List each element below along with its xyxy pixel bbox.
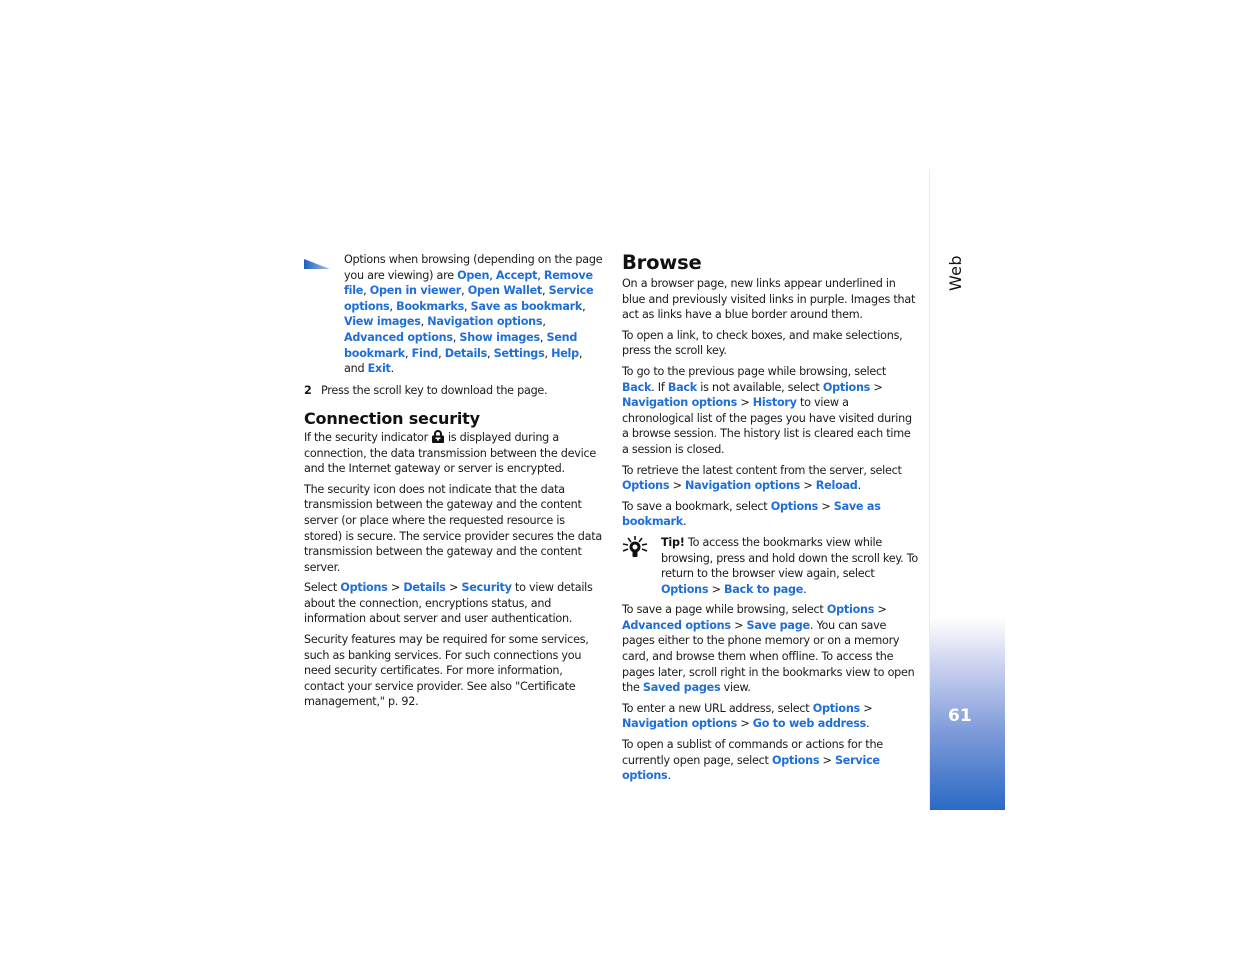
link-save-page[interactable]: Save page (747, 619, 811, 632)
link-back[interactable]: Back (622, 381, 651, 394)
link-view-images[interactable]: View images (344, 315, 421, 328)
link-find[interactable]: Find (412, 347, 439, 360)
link-exit[interactable]: Exit (368, 362, 391, 375)
lock-icon (431, 430, 444, 443)
link-security[interactable]: Security (461, 581, 511, 594)
link-go-to-web-address[interactable]: Go to web address (753, 717, 867, 730)
link-history[interactable]: History (753, 396, 797, 409)
link-options[interactable]: Options (772, 754, 820, 767)
link-navigation-options[interactable]: Navigation options (685, 479, 800, 492)
link-navigation-options[interactable]: Navigation options (622, 396, 737, 409)
link-options[interactable]: Options (823, 381, 871, 394)
right-column: Browse On a browser page, new links appe… (622, 252, 920, 789)
paragraph: To save a bookmark, select Options > Sav… (622, 499, 881, 529)
options-note: Options when browsing (depending on the … (304, 252, 604, 377)
note-arrow-icon (304, 259, 330, 269)
link-details[interactable]: Details (445, 347, 488, 360)
paragraph: To open a sublist of commands or actions… (622, 738, 883, 783)
paragraph: Security features may be required for so… (304, 633, 589, 709)
link-advanced-options[interactable]: Advanced options (344, 331, 453, 344)
link-bookmarks[interactable]: Bookmarks (396, 300, 464, 313)
section-heading-browse: Browse (622, 251, 702, 274)
paragraph: To enter a new URL address, select Optio… (622, 701, 873, 731)
lightbulb-icon (622, 535, 648, 557)
page-number: 61 (948, 706, 972, 726)
paragraph: If the security indicator is displayed du… (304, 430, 597, 476)
link-open[interactable]: Open (457, 269, 489, 282)
section-heading-connection-security: Connection security (304, 409, 480, 429)
link-settings[interactable]: Settings (494, 347, 545, 360)
link-navigation-options[interactable]: Navigation options (427, 315, 542, 328)
link-advanced-options[interactable]: Advanced options (622, 619, 731, 632)
paragraph: To save a page while browsing, select Op… (622, 603, 915, 695)
chapter-title: Web (946, 255, 965, 291)
paragraph: The security icon does not indicate that… (304, 482, 602, 574)
link-accept[interactable]: Accept (496, 269, 538, 282)
link-options[interactable]: Options (827, 603, 875, 616)
link-help[interactable]: Help (551, 347, 579, 360)
link-options[interactable]: Options (622, 479, 670, 492)
link-options[interactable]: Options (771, 500, 819, 513)
chapter-tab: Web 61 (929, 169, 1005, 810)
link-reload[interactable]: Reload (816, 479, 858, 492)
link-options[interactable]: Options (661, 583, 709, 596)
paragraph: To open a link, to check boxes, and make… (622, 328, 903, 358)
paragraph: On a browser page, new links appear unde… (622, 277, 916, 322)
link-save-as-bookmark[interactable]: Save as bookmark (471, 300, 583, 313)
paragraph: To retrieve the latest content from the … (622, 463, 902, 493)
tip-box: Tip! To access the bookmarks view while … (622, 535, 920, 597)
link-back[interactable]: Back (668, 381, 697, 394)
link-saved-pages[interactable]: Saved pages (643, 681, 721, 694)
left-column: Options when browsing (depending on the … (304, 252, 604, 715)
link-details[interactable]: Details (403, 581, 446, 594)
step-2: 2 Press the scroll key to download the pa… (304, 383, 548, 397)
link-options[interactable]: Options (813, 702, 861, 715)
link-show-images[interactable]: Show images (459, 331, 540, 344)
link-open-in-viewer[interactable]: Open in viewer (370, 284, 462, 297)
paragraph: To go to the previous page while browsin… (622, 364, 912, 456)
paragraph: Select Options > Details > Security to v… (304, 581, 593, 626)
link-back-to-page[interactable]: Back to page (724, 583, 803, 596)
link-options[interactable]: Options (340, 581, 388, 594)
link-open-wallet[interactable]: Open Wallet (468, 284, 543, 297)
link-navigation-options[interactable]: Navigation options (622, 717, 737, 730)
